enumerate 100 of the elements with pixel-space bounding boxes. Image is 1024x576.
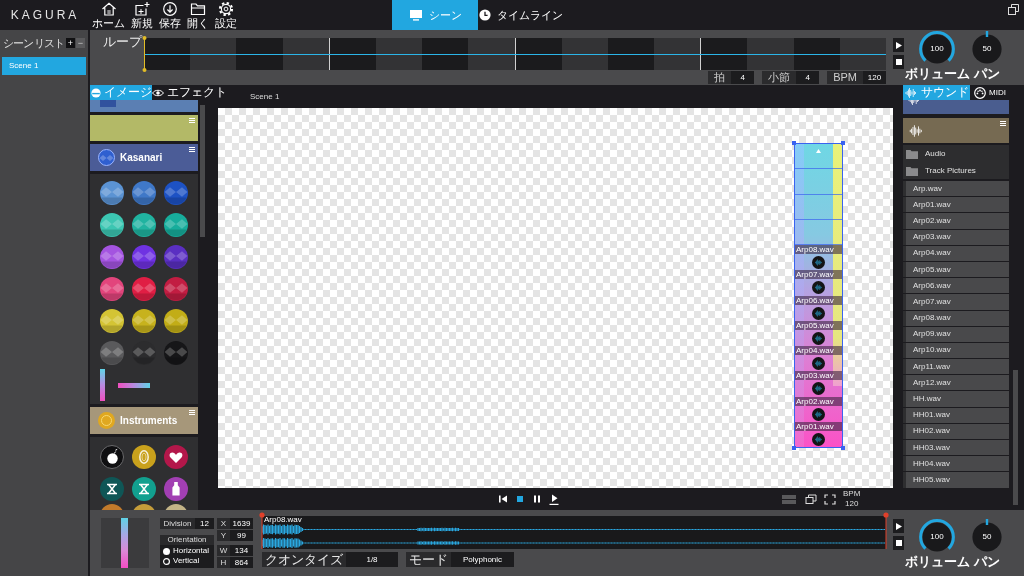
hourglass-icon[interactable]: [100, 477, 124, 501]
pause-button[interactable]: [531, 493, 543, 505]
number-field[interactable]: 120: [863, 71, 886, 84]
skip-back-button[interactable]: [497, 493, 509, 505]
window-restore-icon[interactable]: [1008, 4, 1019, 15]
file-item[interactable]: HH.wav: [903, 391, 1009, 407]
remove-button[interactable]: −: [76, 38, 85, 48]
folder-item[interactable]: Track Pictures: [903, 162, 1009, 179]
rotary-knob[interactable]: 50: [969, 519, 1005, 555]
loop-track[interactable]: [144, 38, 886, 70]
panel-tab[interactable]: エフェクト: [152, 85, 227, 100]
oval-icon[interactable]: [132, 445, 156, 469]
file-item[interactable]: Arp.wav: [903, 181, 1009, 197]
file-item[interactable]: Arp04.wav: [903, 245, 1009, 261]
file-item[interactable]: Arp01.wav: [903, 197, 1009, 213]
gear-icon: [218, 1, 234, 17]
circle-swatch-icon[interactable]: [164, 309, 188, 333]
radio-icon[interactable]: [163, 547, 170, 555]
open-button[interactable]: 開く: [187, 0, 209, 30]
circle-swatch-icon[interactable]: [164, 245, 188, 269]
bottle-icon[interactable]: [164, 477, 188, 501]
rotary-knob[interactable]: 100: [919, 31, 955, 67]
circle-swatch-icon[interactable]: [164, 181, 188, 205]
circle-swatch-icon[interactable]: [100, 245, 124, 269]
play-button[interactable]: [548, 493, 560, 505]
number-field[interactable]: 864: [230, 557, 253, 568]
folder-item[interactable]: Audio: [903, 145, 1009, 162]
selection-handle[interactable]: [841, 446, 845, 450]
rotary-knob[interactable]: 50: [969, 31, 1005, 67]
circle-swatch-icon[interactable]: [132, 245, 156, 269]
file-item[interactable]: Arp09.wav: [903, 326, 1009, 342]
add-button[interactable]: +: [66, 38, 75, 48]
settings-button[interactable]: 設定: [215, 0, 237, 30]
selection-handle[interactable]: [792, 141, 796, 145]
rows-icon[interactable]: [782, 494, 796, 504]
file-item[interactable]: Arp07.wav: [903, 294, 1009, 310]
stop-button[interactable]: [893, 536, 904, 550]
menu-icon[interactable]: [189, 410, 195, 415]
file-item[interactable]: Arp05.wav: [903, 261, 1009, 278]
selection-handle[interactable]: [792, 446, 796, 450]
number-field[interactable]: 4: [731, 71, 755, 84]
menu-icon[interactable]: [189, 147, 195, 152]
radio-icon[interactable]: [163, 557, 170, 565]
horizontal-gradient-bar-icon[interactable]: [118, 382, 150, 388]
select-field[interactable]: 1/8: [346, 552, 398, 567]
stop-button[interactable]: [893, 55, 904, 69]
group-card[interactable]: [903, 118, 1009, 143]
play-button[interactable]: [893, 519, 904, 533]
fullscreen-icon[interactable]: [824, 493, 836, 505]
file-item[interactable]: Arp08.wav: [903, 310, 1009, 326]
circle-swatch-icon[interactable]: [164, 213, 188, 237]
number-field[interactable]: 4: [796, 71, 820, 84]
circle-swatch-icon[interactable]: [100, 277, 124, 301]
select-field[interactable]: Polyphonic: [451, 552, 514, 567]
rotary-knob[interactable]: 100: [919, 519, 955, 555]
circle-swatch-icon[interactable]: [164, 277, 188, 301]
number-field[interactable]: 99: [230, 530, 253, 541]
stop-button[interactable]: [514, 493, 526, 505]
file-item[interactable]: Arp03.wav: [903, 229, 1009, 245]
file-item[interactable]: Arp10.wav: [903, 342, 1009, 359]
mode-tab[interactable]: タイムライン: [478, 0, 564, 30]
menu-icon[interactable]: [1000, 121, 1006, 126]
hourglass-icon[interactable]: [132, 477, 156, 501]
end-marker[interactable]: [883, 512, 889, 549]
circle-swatch-icon[interactable]: [132, 309, 156, 333]
file-item[interactable]: HH01.wav: [903, 407, 1009, 423]
selection-handle[interactable]: [841, 141, 845, 145]
loop-start-marker[interactable]: [142, 36, 147, 72]
radio-option[interactable]: Horizontal: [160, 546, 214, 556]
circle-swatch-icon[interactable]: [132, 213, 156, 237]
number-field[interactable]: 134: [230, 545, 253, 556]
file-item[interactable]: Arp06.wav: [903, 278, 1009, 294]
circle-swatch-icon[interactable]: [132, 181, 156, 205]
file-item[interactable]: Arp02.wav: [903, 213, 1009, 229]
start-marker[interactable]: [259, 512, 265, 549]
save-button[interactable]: 保存: [159, 0, 181, 30]
home-button[interactable]: ホーム: [92, 0, 125, 30]
file-item[interactable]: HH05.wav: [903, 472, 1009, 488]
circle-swatch-icon[interactable]: [100, 309, 124, 333]
scrollbar-thumb[interactable]: [200, 105, 205, 237]
bomb-icon[interactable]: [100, 445, 124, 469]
set-header[interactable]: Kasanari: [90, 144, 198, 171]
circle-swatch-icon[interactable]: [100, 181, 124, 205]
play-button[interactable]: [893, 38, 904, 52]
file-item[interactable]: Arp11.wav: [903, 359, 1009, 375]
windows-icon[interactable]: [805, 493, 817, 505]
file-item[interactable]: HH02.wav: [903, 423, 1009, 439]
new-button[interactable]: 新規: [131, 0, 153, 30]
number-field[interactable]: 1639: [230, 518, 253, 529]
circle-swatch-icon[interactable]: [100, 341, 124, 365]
panel-tab[interactable]: MIDI: [970, 85, 1010, 100]
file-item[interactable]: HH04.wav: [903, 456, 1009, 472]
circle-swatch-icon[interactable]: [132, 277, 156, 301]
number-field[interactable]: 12: [195, 518, 214, 529]
file-item[interactable]: HH03.wav: [903, 440, 1009, 456]
scrollbar-thumb[interactable]: [1013, 370, 1018, 505]
circle-swatch-icon[interactable]: [164, 341, 188, 365]
circle-swatch-icon[interactable]: [100, 213, 124, 237]
file-item[interactable]: Arp12.wav: [903, 375, 1009, 391]
radio-option[interactable]: Vertical: [160, 556, 214, 566]
